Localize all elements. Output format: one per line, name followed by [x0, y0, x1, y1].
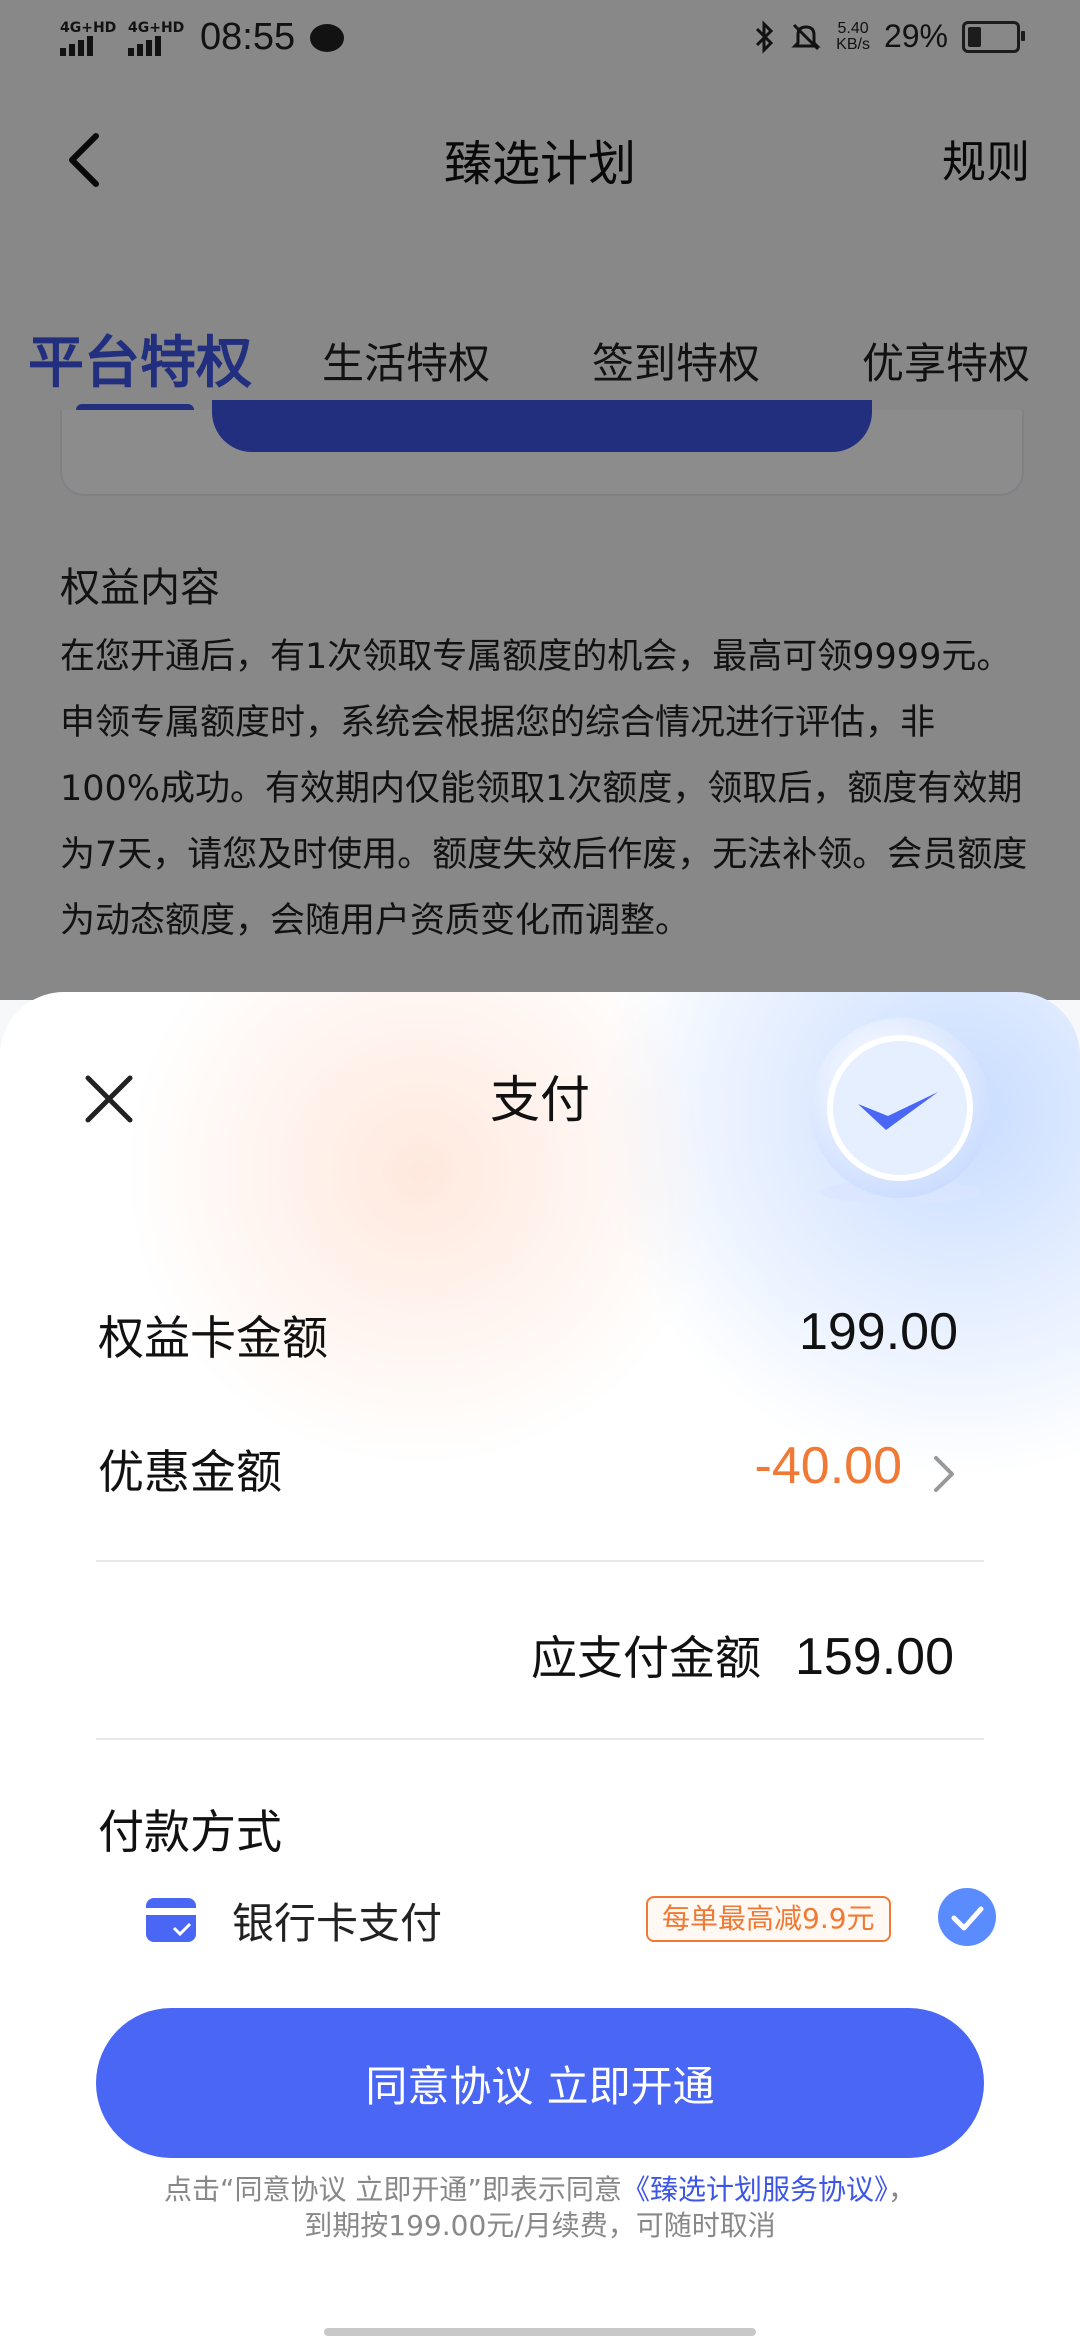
modal-overlay[interactable]: [0, 0, 1080, 1000]
card-amount-label: 权益卡金额: [98, 1311, 328, 1365]
agree-and-open-button[interactable]: 同意协议 立即开通: [96, 2008, 984, 2158]
service-agreement-link[interactable]: 《臻选计划服务协议》: [622, 2173, 888, 2206]
card-amount-value: 199.00: [798, 1303, 958, 1361]
total-label: 应支付金额: [530, 1631, 761, 1685]
total-row: 应支付金额 159.00: [531, 1622, 954, 1688]
verified-badge-icon: [810, 1018, 990, 1204]
divider: [96, 1560, 984, 1562]
legal-renewal-note: 到期按199.00元/月续费，可随时取消: [304, 2209, 776, 2242]
legal-suffix: ，: [887, 2173, 916, 2206]
divider: [96, 1738, 984, 1740]
payment-sheet: 支付 权益卡金额 199.00 优惠金额 -40.00 应支付金额 159.00…: [0, 992, 1080, 2340]
chevron-right-icon[interactable]: [930, 1454, 958, 1494]
total-value: 159.00: [794, 1628, 954, 1686]
legal-text: 点击“同意协议 立即开通”即表示同意《臻选计划服务协议》， 到期按199.00元…: [0, 2172, 1080, 2244]
promo-badge: 每单最高减9.9元: [646, 1896, 891, 1942]
legal-prefix: 点击“同意协议 立即开通”即表示同意: [164, 2173, 622, 2206]
bank-card-icon: [146, 1898, 196, 1942]
payment-method-bank-card[interactable]: 银行卡支付 每单最高减9.9元: [146, 1888, 996, 1958]
discount-value: -40.00: [754, 1437, 902, 1495]
check-icon[interactable]: [938, 1888, 996, 1946]
discount-label: 优惠金额: [98, 1445, 282, 1499]
payment-method-label: 银行卡支付: [232, 1899, 443, 1948]
home-indicator[interactable]: [324, 2328, 756, 2336]
payment-method-title: 付款方式: [98, 1805, 282, 1859]
